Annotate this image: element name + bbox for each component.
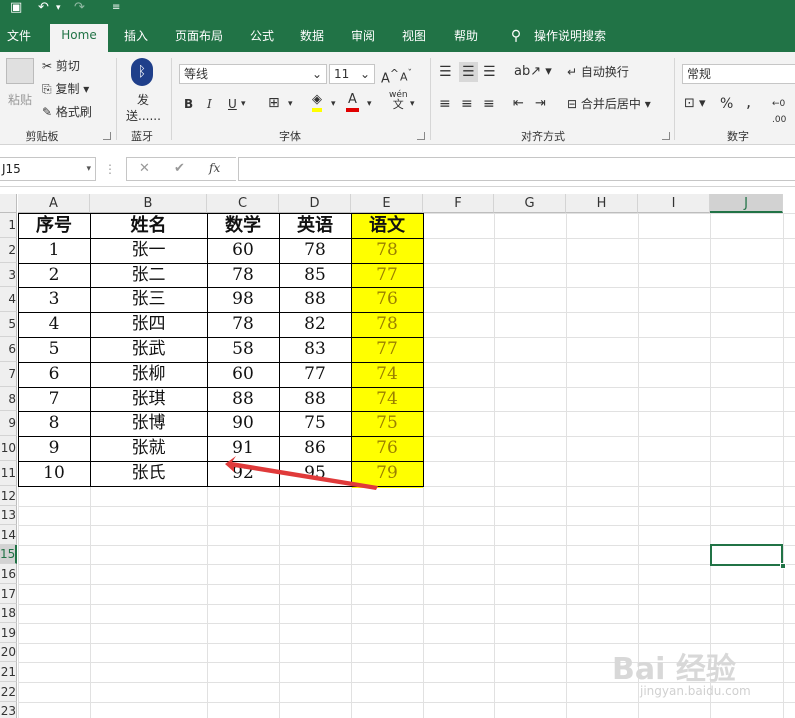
decrease-font-icon[interactable]: Aˇ [400, 66, 412, 86]
number-format-dropdown[interactable]: 常规 [682, 64, 795, 84]
increase-decimal-icon[interactable]: ←0.00 [772, 96, 786, 128]
group-separator [116, 58, 117, 140]
format-painter-button[interactable]: ✎ 格式刷 [42, 104, 92, 120]
italic-button[interactable]: I [207, 96, 212, 112]
tab-view[interactable]: 视图 [396, 25, 432, 52]
tab-formulas[interactable]: 公式 [244, 25, 280, 52]
merge-center-button[interactable]: ⊟ 合并后居中 ▾ [567, 96, 651, 112]
increase-indent-icon[interactable]: ⇥ [535, 96, 546, 112]
font-color-icon[interactable]: A [346, 92, 359, 112]
clipboard-launcher-icon[interactable] [103, 132, 111, 140]
font-launcher-icon[interactable] [417, 132, 425, 140]
wrap-text-icon: ↵ [567, 65, 578, 79]
bluetooth-send-line1[interactable]: 发 [137, 92, 149, 108]
clipboard-group-label: 剪贴板 [25, 130, 59, 143]
tab-home[interactable]: Home [50, 24, 108, 52]
chevron-down-icon: ▾ [86, 164, 91, 174]
alignment-launcher-icon[interactable] [662, 132, 670, 140]
bluetooth-send-line2[interactable]: 送...... [126, 108, 161, 124]
phonetic-guide-icon[interactable]: wén 文 [389, 90, 408, 111]
increase-font-icon[interactable]: A^ [381, 66, 399, 87]
cut-button[interactable]: ✂ 剪切 [42, 58, 80, 74]
chevron-down-icon: ⌄ [359, 67, 370, 81]
phonetic-char: 文 [392, 98, 404, 111]
lightbulb-icon: ⚲ [510, 28, 522, 44]
align-top-icon[interactable]: ☰ [439, 64, 452, 80]
merge-icon: ⊟ [567, 97, 578, 111]
watermark-logo: Bai 经验 [612, 652, 736, 687]
bluetooth-group-label: 蓝牙 [131, 130, 153, 143]
underline-button[interactable]: U [228, 96, 237, 112]
undo-icon[interactable]: ↶ [38, 0, 49, 16]
formula-bar-area: J15 ▾ ⋮ ✕ ✔ fx [0, 145, 795, 187]
align-left-icon[interactable]: ≡ [439, 96, 451, 112]
customize-icon[interactable]: ≡ [112, 0, 120, 16]
undo-dropdown-icon[interactable]: ▾ [56, 0, 61, 16]
insert-function-icon[interactable]: fx [209, 161, 220, 175]
name-box[interactable]: J15 ▾ [0, 157, 96, 181]
align-middle-icon[interactable]: ☰ [459, 62, 478, 82]
bold-button[interactable]: B [184, 96, 193, 112]
group-separator [430, 58, 431, 140]
orientation-icon[interactable]: ab↗ ▾ [514, 64, 552, 80]
wrap-text-button[interactable]: ↵ 自动换行 [567, 64, 629, 80]
tab-review[interactable]: 审阅 [345, 25, 381, 52]
chevron-down-icon[interactable]: ▾ [410, 96, 415, 112]
comma-button[interactable]: , [746, 94, 751, 110]
alignment-group-label: 对齐方式 [521, 130, 565, 143]
chevron-down-icon: ⌄ [311, 67, 322, 81]
title-bar: ▣ ↶ ▾ ↷ ≡ [0, 0, 795, 18]
save-icon[interactable]: ▣ [10, 0, 22, 16]
tab-insert[interactable]: 插入 [118, 25, 154, 52]
percent-button[interactable]: % [720, 96, 733, 112]
number-group-label: 数字 [727, 130, 749, 143]
borders-icon[interactable]: ⊞ [268, 95, 280, 111]
copy-button[interactable]: ⎘ 复制 ▾ [42, 81, 89, 97]
scissors-icon: ✂ [42, 59, 53, 73]
cancel-icon[interactable]: ✕ [139, 161, 150, 176]
spreadsheet-grid[interactable]: ABCDEFGHIJ 1 2 3 4 5 6 7 8 9 10 11 12 13 14 15 16 17 18 19… [0, 194, 795, 718]
align-center-icon[interactable]: ≡ [461, 96, 473, 112]
formula-input[interactable] [238, 157, 795, 181]
align-bottom-icon[interactable]: ☰ [483, 64, 496, 80]
paste-button[interactable]: 粘贴 [8, 92, 32, 108]
redo-icon[interactable]: ↷ [74, 0, 85, 16]
tab-help[interactable]: 帮助 [448, 25, 484, 52]
tab-page-layout[interactable]: 页面布局 [168, 25, 230, 52]
group-separator [171, 58, 172, 140]
tab-file[interactable]: 文件 [2, 25, 36, 52]
font-size-dropdown[interactable]: 11 ⌄ [329, 64, 375, 84]
watermark-url: jingyan.baidu.com [640, 684, 751, 698]
chevron-down-icon[interactable]: ▾ [288, 96, 293, 112]
red-arrow-annotation [225, 456, 378, 490]
chevron-down-icon[interactable]: ▾ [331, 96, 336, 112]
tell-me-search[interactable]: 操作说明搜索 [530, 25, 610, 52]
currency-icon[interactable]: ⊡ ▾ [684, 96, 706, 112]
ribbon: 粘贴 ✂ 剪切 ⎘ 复制 ▾ ✎ 格式刷 剪贴板 ᛒ 发 送...... 蓝牙 … [0, 52, 795, 145]
paste-icon[interactable] [6, 58, 34, 84]
font-group-label: 字体 [279, 130, 301, 143]
font-name-dropdown[interactable]: 等线 ⌄ [179, 64, 327, 84]
enter-icon[interactable]: ✔ [174, 161, 185, 176]
tab-data[interactable]: 数据 [294, 25, 330, 52]
formula-bar-grip-icon: ⋮ [104, 162, 116, 176]
chevron-down-icon[interactable]: ▾ [367, 96, 372, 112]
decrease-indent-icon[interactable]: ⇤ [513, 96, 524, 112]
chevron-down-icon[interactable]: ▾ [241, 96, 246, 112]
group-separator [674, 58, 675, 140]
brush-icon: ✎ [42, 105, 53, 119]
bluetooth-icon[interactable]: ᛒ [131, 58, 153, 86]
align-right-icon[interactable]: ≡ [483, 96, 495, 112]
ribbon-tabs: 文件 Home 插入 页面布局 公式 数据 审阅 视图 帮助 ⚲ 操作说明搜索 [0, 18, 795, 52]
fill-color-icon[interactable]: ◈ [312, 92, 322, 112]
copy-icon: ⎘ [42, 82, 52, 96]
